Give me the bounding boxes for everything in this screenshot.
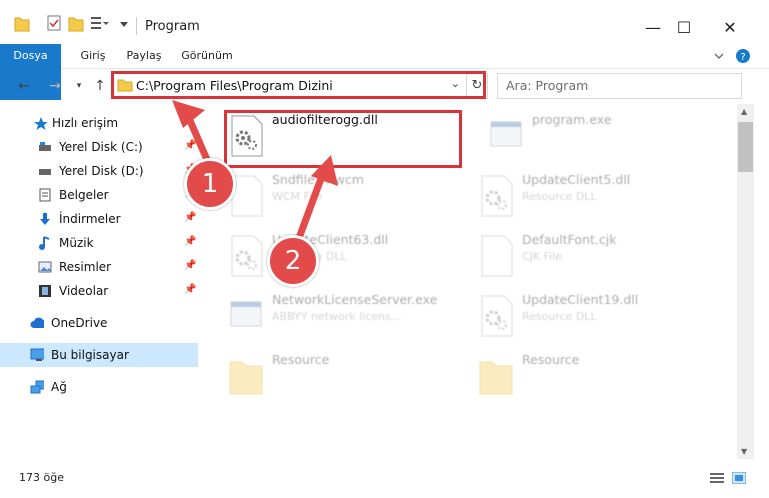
annotation-arrows — [172, 100, 338, 250]
arrow-2-head — [311, 155, 338, 186]
explorer-window: Program — ☐ ✕ Dosya Giriş Paylaş Görünüm… — [0, 0, 769, 498]
step-2-badge: 2 — [267, 235, 319, 287]
step-1-badge: 1 — [184, 158, 236, 210]
